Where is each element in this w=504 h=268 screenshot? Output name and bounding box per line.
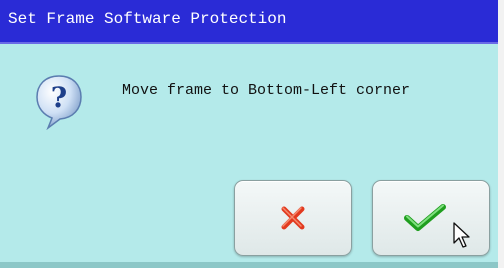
- green-checkmark-icon: [404, 204, 446, 231]
- confirm-button[interactable]: [372, 180, 490, 256]
- mouse-cursor-icon: [453, 222, 470, 248]
- title-bar: Set Frame Software Protection: [0, 0, 498, 44]
- red-x-icon: [281, 206, 305, 230]
- svg-text:?: ?: [51, 81, 67, 114]
- bottom-edge: [0, 262, 498, 268]
- cancel-button[interactable]: [234, 180, 352, 256]
- dialog-title: Set Frame Software Protection: [8, 10, 287, 28]
- question-mark-icon: ?: [36, 75, 82, 130]
- dialog-message: Move frame to Bottom-Left corner: [122, 82, 411, 99]
- dialog-window: Set Frame Software Protection ? Move fra…: [0, 0, 504, 268]
